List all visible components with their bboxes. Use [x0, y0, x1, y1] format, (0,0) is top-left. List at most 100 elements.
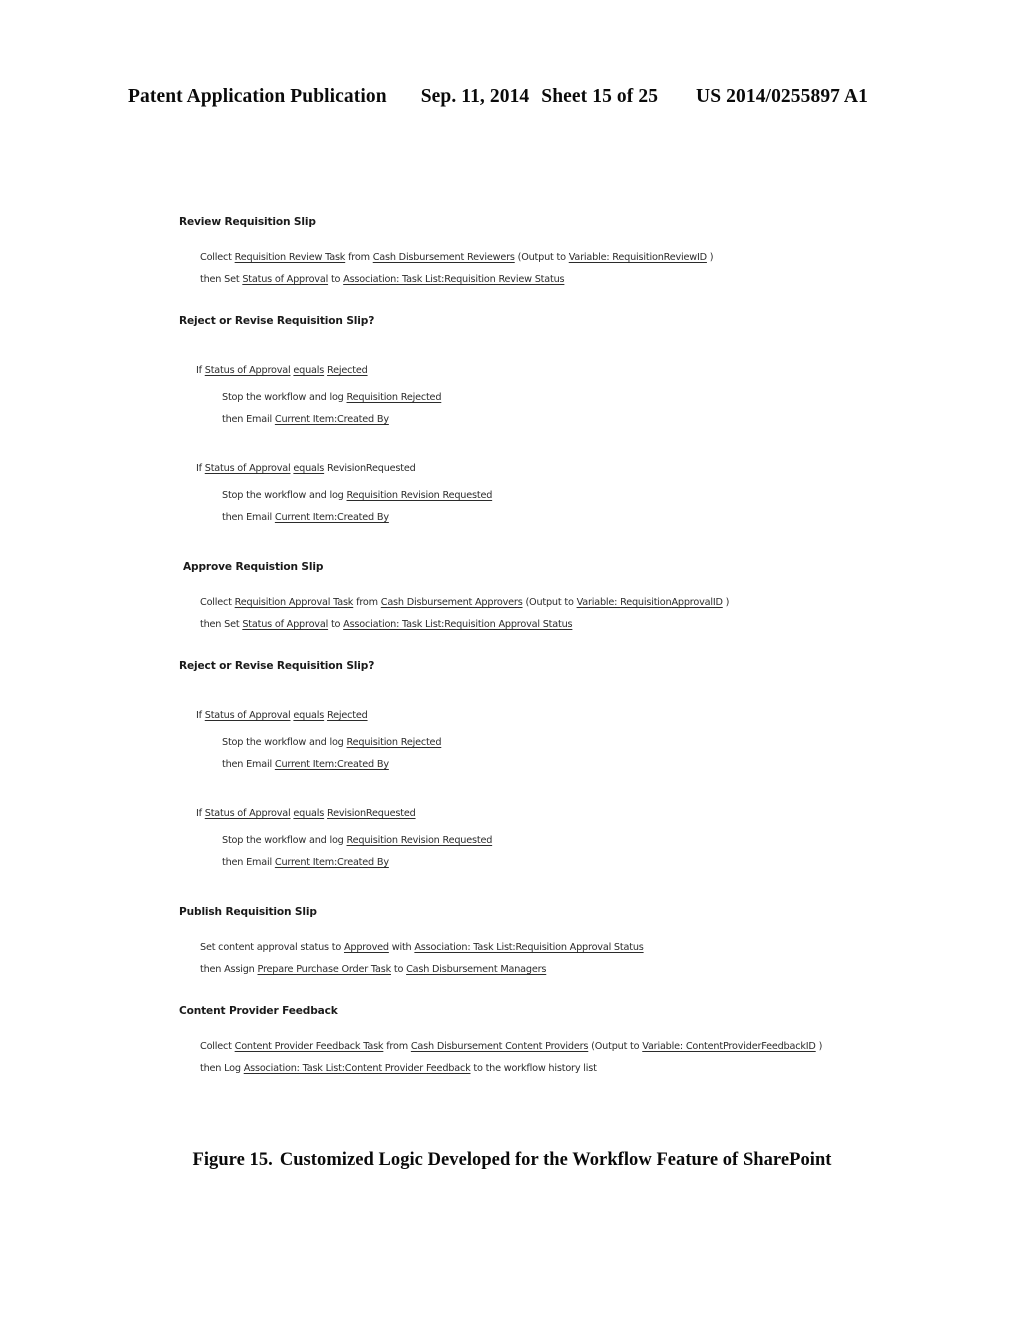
step-param: Cash Disbursement Content Providers	[410, 1041, 589, 1052]
workflow-action-email: then Email Current Item:Created By	[222, 857, 1024, 868]
figure-caption: Figure 15. Customized Logic Developed for…	[0, 1150, 1024, 1171]
condition-text: If	[196, 365, 205, 376]
section-heading: Approve Requistion Slip	[183, 561, 324, 573]
step-text: then Log	[200, 1063, 244, 1074]
step-text: then Assign	[200, 964, 258, 975]
action-text: Stop the workflow and log	[222, 737, 347, 748]
workflow-section-approve-requisition-slip: Approve Requistion Slip Collect Requisit…	[0, 561, 1024, 630]
action-text: Stop the workflow and log	[222, 490, 347, 501]
step-text: Collect	[200, 252, 235, 263]
condition-text: If	[196, 808, 205, 819]
step-text: from	[345, 252, 373, 263]
step-text: from	[383, 1041, 411, 1052]
condition-param: Status of Approval	[204, 463, 291, 474]
step-text: to	[328, 274, 344, 285]
publication-date: Sep. 11, 2014	[420, 86, 530, 107]
step-param: Association: Task List:Requisition Appro…	[414, 942, 644, 953]
step-text: with	[388, 942, 415, 953]
section-heading: Review Requisition Slip	[179, 216, 316, 228]
workflow-action-stop-log: Stop the workflow and log Requisition Re…	[222, 392, 1024, 403]
section-heading: Content Provider Feedback	[179, 1005, 338, 1017]
step-param: Cash Disbursement Approvers	[380, 597, 523, 608]
step-param: Association: Task List:Requisition Appro…	[343, 619, 573, 630]
workflow-condition: If Status of Approval equals RevisionReq…	[196, 463, 1024, 474]
condition-value: Rejected	[327, 710, 368, 721]
action-text: then Email	[222, 414, 275, 425]
step-param: Association: Task List:Requisition Revie…	[343, 274, 565, 285]
publication-label: Patent Application Publication	[128, 86, 387, 107]
condition-operator: equals	[293, 365, 325, 376]
action-param: Current Item:Created By	[274, 857, 389, 868]
action-param: Current Item:Created By	[274, 759, 389, 770]
action-param: Requisition Rejected	[346, 737, 442, 748]
condition-text: If	[196, 463, 205, 474]
step-param: Approved	[343, 942, 389, 953]
workflow-section-review-requisition-slip: Review Requisition Slip Collect Requisit…	[0, 216, 1024, 285]
step-text: Collect	[200, 597, 235, 608]
workflow-condition: If Status of Approval equals Rejected	[196, 710, 1024, 721]
workflow-section-publish-requisition-slip: Publish Requisition Slip Set content app…	[0, 906, 1024, 975]
step-param: Cash Disbursement Managers	[406, 964, 547, 975]
workflow-section-reject-or-revise-1: Reject or Revise Requisition Slip? If St…	[0, 315, 1024, 523]
action-param: Current Item:Created By	[274, 414, 389, 425]
workflow-section-content-provider-feedback: Content Provider Feedback Collect Conten…	[0, 1005, 1024, 1074]
condition-value: Rejected	[327, 365, 368, 376]
step-text: )	[815, 1041, 823, 1052]
step-param: Cash Disbursement Reviewers	[372, 252, 515, 263]
step-text: to	[390, 964, 407, 975]
section-heading: Reject or Revise Requisition Slip?	[179, 660, 375, 672]
section-heading: Publish Requisition Slip	[179, 906, 317, 918]
step-text: )	[706, 252, 714, 263]
step-param: Requisition Review Task	[234, 252, 346, 263]
condition-operator: equals	[293, 710, 325, 721]
step-param: Requisition Approval Task	[234, 597, 354, 608]
workflow-action-stop-log: Stop the workflow and log Requisition Re…	[222, 737, 1024, 748]
step-text: to	[328, 619, 344, 630]
step-text: then Set	[200, 274, 243, 285]
workflow-condition: If Status of Approval equals RevisionReq…	[196, 808, 1024, 819]
section-heading: Reject or Revise Requisition Slip?	[179, 315, 375, 327]
step-text: to the workflow history list	[470, 1063, 597, 1074]
patent-header: Patent Application Publication Sep. 11, …	[128, 86, 896, 108]
step-text: (Output to	[522, 597, 577, 608]
condition-param: Status of Approval	[204, 365, 291, 376]
step-text: (Output to	[588, 1041, 643, 1052]
sheet-number: Sheet 15 of 25	[541, 86, 659, 107]
action-text: then Email	[222, 512, 275, 523]
step-text: from	[353, 597, 381, 608]
figure-title: Customized Logic Developed for the Workf…	[279, 1150, 832, 1170]
workflow-action-stop-log: Stop the workflow and log Requisition Re…	[222, 490, 1024, 501]
step-text: )	[722, 597, 730, 608]
patent-number: US 2014/0255897 A1	[696, 86, 868, 107]
step-text: Set content approval status to	[200, 942, 344, 953]
figure-label: Figure 15.	[192, 1150, 273, 1170]
workflow-action-email: then Email Current Item:Created By	[222, 512, 1024, 523]
step-param: Status of Approval	[242, 274, 329, 285]
condition-operator: equals	[293, 463, 325, 474]
action-text: Stop the workflow and log	[222, 835, 347, 846]
workflow-step-collect: Collect Requisition Approval Task from C…	[200, 597, 1024, 608]
condition-value: RevisionRequested	[327, 463, 416, 474]
workflow-section-reject-or-revise-2: Reject or Revise Requisition Slip? If St…	[0, 660, 1024, 868]
step-text: (Output to	[514, 252, 569, 263]
action-param: Requisition Revision Requested	[346, 835, 493, 846]
workflow-step-set: then Set Status of Approval to Associati…	[200, 619, 1024, 630]
step-param: Prepare Purchase Order Task	[257, 964, 392, 975]
workflow-action-stop-log: Stop the workflow and log Requisition Re…	[222, 835, 1024, 846]
workflow-step-set: then Set Status of Approval to Associati…	[200, 274, 1024, 285]
step-param: Content Provider Feedback Task	[234, 1041, 384, 1052]
workflow-condition: If Status of Approval equals Rejected	[196, 365, 1024, 376]
step-text: then Set	[200, 619, 243, 630]
condition-param: Status of Approval	[204, 710, 291, 721]
step-param: Variable: RequisitionReviewID	[568, 252, 707, 263]
workflow-step-collect: Collect Content Provider Feedback Task f…	[200, 1041, 1024, 1052]
patent-page: Patent Application Publication Sep. 11, …	[0, 0, 1024, 1320]
step-param: Variable: ContentProviderFeedbackID	[642, 1041, 816, 1052]
action-text: then Email	[222, 857, 275, 868]
workflow-step-set-content-approval: Set content approval status to Approved …	[200, 942, 1024, 953]
condition-value: RevisionRequested	[327, 808, 416, 819]
workflow-step-log: then Log Association: Task List:Content …	[200, 1063, 1024, 1074]
step-param: Variable: RequisitionApprovalID	[576, 597, 723, 608]
action-param: Requisition Rejected	[346, 392, 442, 403]
action-param: Requisition Revision Requested	[346, 490, 493, 501]
